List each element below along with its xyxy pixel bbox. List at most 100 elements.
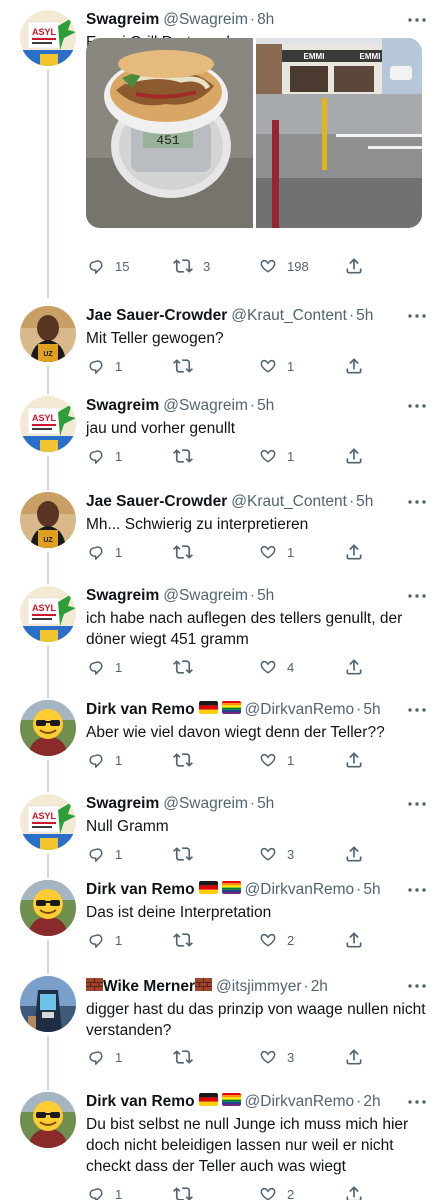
timestamp[interactable]: 5h — [356, 492, 373, 512]
more-icon[interactable] — [405, 794, 429, 814]
user-handle[interactable]: @DirkvanRemo — [245, 1092, 355, 1112]
user-handle[interactable]: @Swagreim — [163, 10, 248, 30]
display-name[interactable]: Jae Sauer-Crowder — [86, 306, 227, 326]
reply-button[interactable]: 1 — [86, 929, 122, 951]
share-button[interactable] — [344, 656, 364, 678]
timestamp[interactable]: 2h — [311, 977, 328, 997]
reply-button[interactable]: 1 — [86, 355, 122, 377]
display-name[interactable]: Dirk van Remo — [86, 880, 195, 900]
reply-button[interactable]: 1 — [86, 843, 122, 865]
more-icon[interactable] — [405, 306, 429, 326]
reply-button[interactable]: 1 — [86, 445, 122, 467]
display-name[interactable]: Swagreim — [86, 396, 159, 416]
retweet-button[interactable] — [172, 445, 203, 467]
more-icon[interactable] — [405, 492, 429, 512]
like-button[interactable]: 3 — [258, 843, 294, 865]
avatar[interactable]: ASYL — [20, 586, 76, 642]
user-handle[interactable]: @itsjimmyer — [216, 977, 301, 997]
retweet-button[interactable] — [172, 749, 203, 771]
more-icon[interactable] — [405, 976, 429, 996]
user-handle[interactable]: @Kraut_Content — [231, 306, 347, 326]
retweet-button[interactable] — [172, 843, 203, 865]
timestamp[interactable]: 8h — [257, 10, 274, 30]
display-name[interactable]: Jae Sauer-Crowder — [86, 492, 227, 512]
like-button[interactable]: 1 — [258, 749, 294, 771]
more-icon[interactable] — [405, 880, 429, 900]
share-button[interactable] — [344, 355, 364, 377]
avatar[interactable] — [20, 1092, 76, 1148]
more-icon[interactable] — [405, 1092, 429, 1112]
display-name[interactable]: Swagreim — [86, 794, 159, 814]
timestamp[interactable]: 5h — [363, 700, 380, 720]
share-button[interactable] — [344, 445, 364, 467]
display-name[interactable]: Wike Merner — [103, 977, 195, 997]
retweet-button[interactable] — [172, 355, 203, 377]
retweet-button[interactable] — [172, 656, 203, 678]
tweet[interactable]: ASYL Swagreim @Swagreim · 5h jau und vorher g… — [0, 386, 443, 490]
tweet[interactable]: ASYL Swagreim @Swagreim · 5h ich habe nach au… — [0, 576, 443, 698]
avatar[interactable] — [20, 700, 76, 756]
tweet[interactable]: UZ Jae Sauer-Crowder @Kraut_Content · 5h Mit … — [0, 296, 443, 394]
share-button[interactable] — [344, 255, 364, 277]
avatar[interactable]: ASYL — [20, 10, 76, 66]
reply-button[interactable]: 1 — [86, 656, 122, 678]
like-button[interactable]: 198 — [258, 255, 309, 277]
avatar[interactable] — [20, 880, 76, 936]
like-button[interactable]: 4 — [258, 656, 294, 678]
display-name[interactable]: Dirk van Remo — [86, 700, 195, 720]
like-button[interactable]: 1 — [258, 541, 294, 563]
avatar[interactable] — [20, 976, 76, 1032]
more-icon[interactable] — [405, 700, 429, 720]
retweet-button[interactable] — [172, 929, 203, 951]
retweet-button[interactable]: 3 — [172, 255, 210, 277]
retweet-button[interactable] — [172, 1183, 203, 1200]
user-handle[interactable]: @Swagreim — [163, 396, 248, 416]
timestamp[interactable]: 2h — [363, 1092, 380, 1112]
like-button[interactable]: 3 — [258, 1046, 294, 1068]
share-button[interactable] — [344, 541, 364, 563]
tweet[interactable]: Dirk van Remo @DirkvanRemo · 5h Aber wie vie… — [0, 690, 443, 792]
reply-button[interactable]: 1 — [86, 541, 122, 563]
tweet[interactable]: ASYL Swagreim @Swagreim · 5h Null Gramm 1 3 — [0, 784, 443, 878]
display-name[interactable]: Swagreim — [86, 586, 159, 606]
tweet[interactable]: UZ Jae Sauer-Crowder @Kraut_Content · 5h Mh..… — [0, 482, 443, 584]
more-icon[interactable] — [405, 396, 429, 416]
timestamp[interactable]: 5h — [363, 880, 380, 900]
like-button[interactable]: 1 — [258, 355, 294, 377]
avatar[interactable]: UZ — [20, 306, 76, 362]
share-button[interactable] — [344, 749, 364, 771]
reply-button[interactable]: 1 — [86, 749, 122, 771]
like-button[interactable]: 2 — [258, 929, 294, 951]
display-name[interactable]: Swagreim — [86, 10, 159, 30]
avatar[interactable]: UZ — [20, 492, 76, 548]
tweet[interactable]: ASYL Swagreim @Swagreim · 8h Emmi Grill … — [0, 0, 443, 298]
avatar[interactable]: ASYL — [20, 794, 76, 850]
like-button[interactable]: 2 — [258, 1183, 294, 1200]
timestamp[interactable]: 5h — [257, 794, 274, 814]
reply-button[interactable]: 15 — [86, 255, 129, 277]
user-handle[interactable]: @Kraut_Content — [231, 492, 347, 512]
like-button[interactable]: 1 — [258, 445, 294, 467]
share-button[interactable] — [344, 929, 364, 951]
user-handle[interactable]: @Swagreim — [163, 794, 248, 814]
tweet[interactable]: Dirk van Remo @DirkvanRemo · 2h Du bist selb… — [0, 1082, 443, 1200]
user-handle[interactable]: @DirkvanRemo — [245, 880, 355, 900]
retweet-button[interactable] — [172, 541, 203, 563]
share-button[interactable] — [344, 1046, 364, 1068]
more-icon[interactable] — [405, 586, 429, 606]
timestamp[interactable]: 5h — [257, 586, 274, 606]
timestamp[interactable]: 5h — [257, 396, 274, 416]
display-name[interactable]: Dirk van Remo — [86, 1092, 195, 1112]
tweet[interactable]: Dirk van Remo @DirkvanRemo · 5h Das ist dein… — [0, 870, 443, 974]
tweet[interactable]: Wike Merner @itsjimmyer · 2h digger hast du … — [0, 966, 443, 1090]
tweet-media[interactable]: 451 EMMI EMMI — [86, 38, 422, 228]
avatar[interactable]: ASYL — [20, 396, 76, 452]
user-handle[interactable]: @DirkvanRemo — [245, 700, 355, 720]
share-button[interactable] — [344, 1183, 364, 1200]
share-button[interactable] — [344, 843, 364, 865]
timestamp[interactable]: 5h — [356, 306, 373, 326]
reply-button[interactable]: 1 — [86, 1046, 122, 1068]
retweet-button[interactable] — [172, 1046, 203, 1068]
reply-button[interactable]: 1 — [86, 1183, 122, 1200]
user-handle[interactable]: @Swagreim — [163, 586, 248, 606]
